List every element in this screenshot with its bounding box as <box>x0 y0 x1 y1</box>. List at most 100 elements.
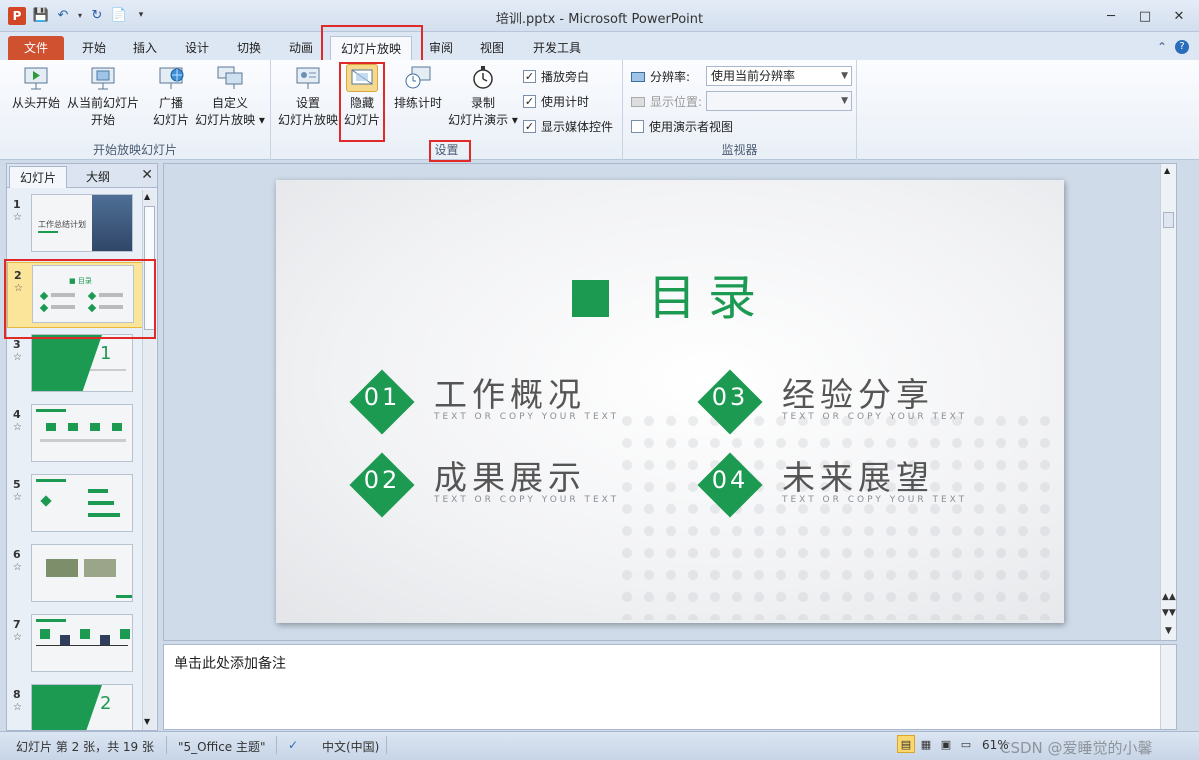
notes-scrollbar[interactable] <box>1160 645 1176 729</box>
reading-view-icon[interactable]: ▣ <box>937 735 955 753</box>
tab-review[interactable]: 审阅 <box>424 36 458 60</box>
presenter-view-checkbox[interactable] <box>631 120 644 133</box>
scroll-up-icon[interactable]: ▲ <box>144 192 150 201</box>
tab-outline[interactable]: 大纲 <box>69 166 127 188</box>
collapse-ribbon-icon[interactable]: ⌃ <box>1157 40 1167 54</box>
slideshow-from-current-icon <box>87 64 119 92</box>
hide-slide-button[interactable]: 隐藏 幻灯片 <box>341 64 383 129</box>
spell-check-icon[interactable]: ✓ <box>288 738 298 752</box>
tab-animations[interactable]: 动画 <box>285 36 317 60</box>
slideshow-from-beginning-icon <box>20 64 52 92</box>
from-current-slide-button[interactable]: 从当前幻灯片 开始 <box>64 64 142 129</box>
use-timings-label: 使用计时 <box>541 95 590 109</box>
diamond-badge: 03 <box>697 369 763 435</box>
tab-transitions[interactable]: 切换 <box>233 36 265 60</box>
scroll-down-icon[interactable]: ▼ <box>144 717 150 726</box>
presenter-view-checkbox-row[interactable]: 使用演示者视图 <box>631 118 733 135</box>
play-narrations-checkbox[interactable]: ✓ <box>523 70 536 83</box>
slide-thumbnail-selected[interactable]: 2 ☆ ■ 目录 <box>7 262 143 328</box>
tab-home[interactable]: 开始 <box>78 36 110 60</box>
slide-canvas[interactable]: 目录 01 工作概况 TEXT OR COPY YOUR TEXT 02 成果展… <box>276 180 1064 623</box>
help-icon[interactable]: ? <box>1175 40 1189 54</box>
show-on-dropdown[interactable]: ▼ <box>706 91 852 111</box>
hide-slide-icon <box>346 64 378 92</box>
diamond-badge: 04 <box>697 452 763 518</box>
scroll-up-icon[interactable]: ▲ <box>1164 166 1170 175</box>
theme-status[interactable]: "5_Office 主题" <box>178 738 266 755</box>
scrollbar-thumb[interactable] <box>1163 212 1174 228</box>
use-timings-checkbox-row[interactable]: ✓ 使用计时 <box>523 93 589 110</box>
rehearse-timings-button[interactable]: 排练计时 <box>391 64 445 112</box>
toc-item-1[interactable]: 01 工作概况 TEXT OR COPY YOUR TEXT <box>349 369 650 440</box>
chevron-down-icon: ▼ <box>841 71 848 81</box>
chevron-down-icon: ▼ <box>841 96 848 106</box>
rehearse-timings-icon <box>402 64 434 92</box>
slide-thumbnail-image: 2 <box>31 684 133 730</box>
resolution-dropdown[interactable]: 使用当前分辨率 ▼ <box>706 66 852 86</box>
play-narrations-checkbox-row[interactable]: ✓ 播放旁白 <box>523 68 589 85</box>
notes-placeholder[interactable]: 单击此处添加备注 <box>174 653 286 673</box>
scroll-down-icon[interactable]: ▼ <box>1162 624 1175 638</box>
toc-item-3[interactable]: 03 经验分享 TEXT OR COPY YOUR TEXT <box>697 369 998 440</box>
toc-item-4[interactable]: 04 未来展望 TEXT OR COPY YOUR TEXT <box>697 452 998 523</box>
slide-sorter-view-icon[interactable]: ▦ <box>917 735 935 753</box>
slide-thumbnail[interactable]: 6 ☆ <box>7 542 143 608</box>
close-icon[interactable]: ✕ <box>1165 6 1193 26</box>
tab-slides[interactable]: 幻灯片 <box>9 166 67 188</box>
close-icon[interactable]: ✕ <box>141 167 153 183</box>
notes-pane[interactable]: 单击此处添加备注 <box>163 644 1177 730</box>
tab-developer[interactable]: 开发工具 <box>530 36 584 60</box>
ribbon: 从头开始 从当前幻灯片 开始 广播 幻灯片 自定义 幻灯片放映 ▾ 开始放映幻灯… <box>0 60 1199 160</box>
minimize-icon[interactable]: ─ <box>1097 6 1125 26</box>
star-icon: ☆ <box>13 562 22 573</box>
show-media-controls-checkbox[interactable]: ✓ <box>523 120 536 133</box>
slide-count-status: 幻灯片 第 2 张，共 19 张 <box>16 740 154 754</box>
window-controls: ─ □ ✕ <box>1097 6 1193 26</box>
slide-title[interactable]: 目录 <box>648 258 768 328</box>
record-slideshow-button[interactable]: 录制 幻灯片演示 ▾ <box>445 64 521 129</box>
slides-panel-tabs: 幻灯片 大纲 ✕ <box>7 164 157 188</box>
diamond-badge: 01 <box>349 369 415 435</box>
title-square-icon <box>572 280 609 317</box>
slide-thumbnail[interactable]: 1 ☆ 工作总结计划 <box>7 192 143 258</box>
slide-thumbnail-image <box>31 544 133 602</box>
star-icon: ☆ <box>13 352 22 363</box>
tab-insert[interactable]: 插入 <box>128 36 162 60</box>
slide-thumbnail[interactable]: 3 ☆ 1 <box>7 332 143 398</box>
custom-slideshow-button[interactable]: 自定义 幻灯片放映 ▾ <box>194 64 266 129</box>
watermark: CSDN @爱睡觉的小馨 <box>1000 739 1153 757</box>
star-icon: ☆ <box>13 632 22 643</box>
tab-file[interactable]: 文件 <box>8 36 64 60</box>
show-media-controls-checkbox-row[interactable]: ✓ 显示媒体控件 <box>523 118 613 135</box>
use-timings-checkbox[interactable]: ✓ <box>523 95 536 108</box>
slide-scrollbar[interactable]: ▲ ▲▲ ▼▼ ▼ <box>1160 164 1176 640</box>
slide-thumbnails: 1 ☆ 工作总结计划 2 ☆ ■ 目录 3 ☆ 1 4 ☆ 5 ☆ 6 ☆ 7 … <box>7 190 143 730</box>
slide-thumbnail[interactable]: 5 ☆ <box>7 472 143 538</box>
show-on-label: 显示位置: <box>650 95 703 109</box>
setup-slideshow-button[interactable]: 设置 幻灯片放映 <box>276 64 340 129</box>
slide-thumbnail[interactable]: 8 ☆ 2 <box>7 682 143 730</box>
tab-slideshow[interactable]: 幻灯片放映 <box>330 36 412 60</box>
normal-view-icon[interactable]: ▤ <box>897 735 915 753</box>
tab-view[interactable]: 视图 <box>476 36 508 60</box>
toc-item-2[interactable]: 02 成果展示 TEXT OR COPY YOUR TEXT <box>349 452 650 523</box>
thumbnails-scrollbar[interactable]: ▲ ▼ <box>142 190 156 730</box>
next-slide-icon[interactable]: ▼▼ <box>1162 606 1176 620</box>
maximize-icon[interactable]: □ <box>1131 6 1159 26</box>
slide-thumbnail[interactable]: 4 ☆ <box>7 402 143 468</box>
broadcast-globe-icon <box>155 64 187 92</box>
group-label-setup: 设置 <box>434 143 459 157</box>
setup-slideshow-icon <box>292 64 324 92</box>
scrollbar-thumb[interactable] <box>144 206 155 330</box>
previous-slide-icon[interactable]: ▲▲ <box>1162 590 1176 604</box>
language-status[interactable]: 中文(中国) <box>322 738 379 755</box>
custom-slideshow-icon <box>214 64 246 92</box>
slide-thumbnail[interactable]: 7 ☆ <box>7 612 143 678</box>
slideshow-view-icon[interactable]: ▭ <box>957 735 975 753</box>
group-setup: 设置 幻灯片放映 隐藏 幻灯片 排练计时 录制 幻灯片演示 ▾ ✓ 播放旁白 ✓… <box>271 60 623 160</box>
tab-design[interactable]: 设计 <box>181 36 213 60</box>
resolution-icon <box>631 71 645 82</box>
from-beginning-button[interactable]: 从头开始 <box>8 64 64 112</box>
broadcast-slideshow-button[interactable]: 广播 幻灯片 <box>146 64 196 129</box>
monitor-icon <box>631 96 645 107</box>
